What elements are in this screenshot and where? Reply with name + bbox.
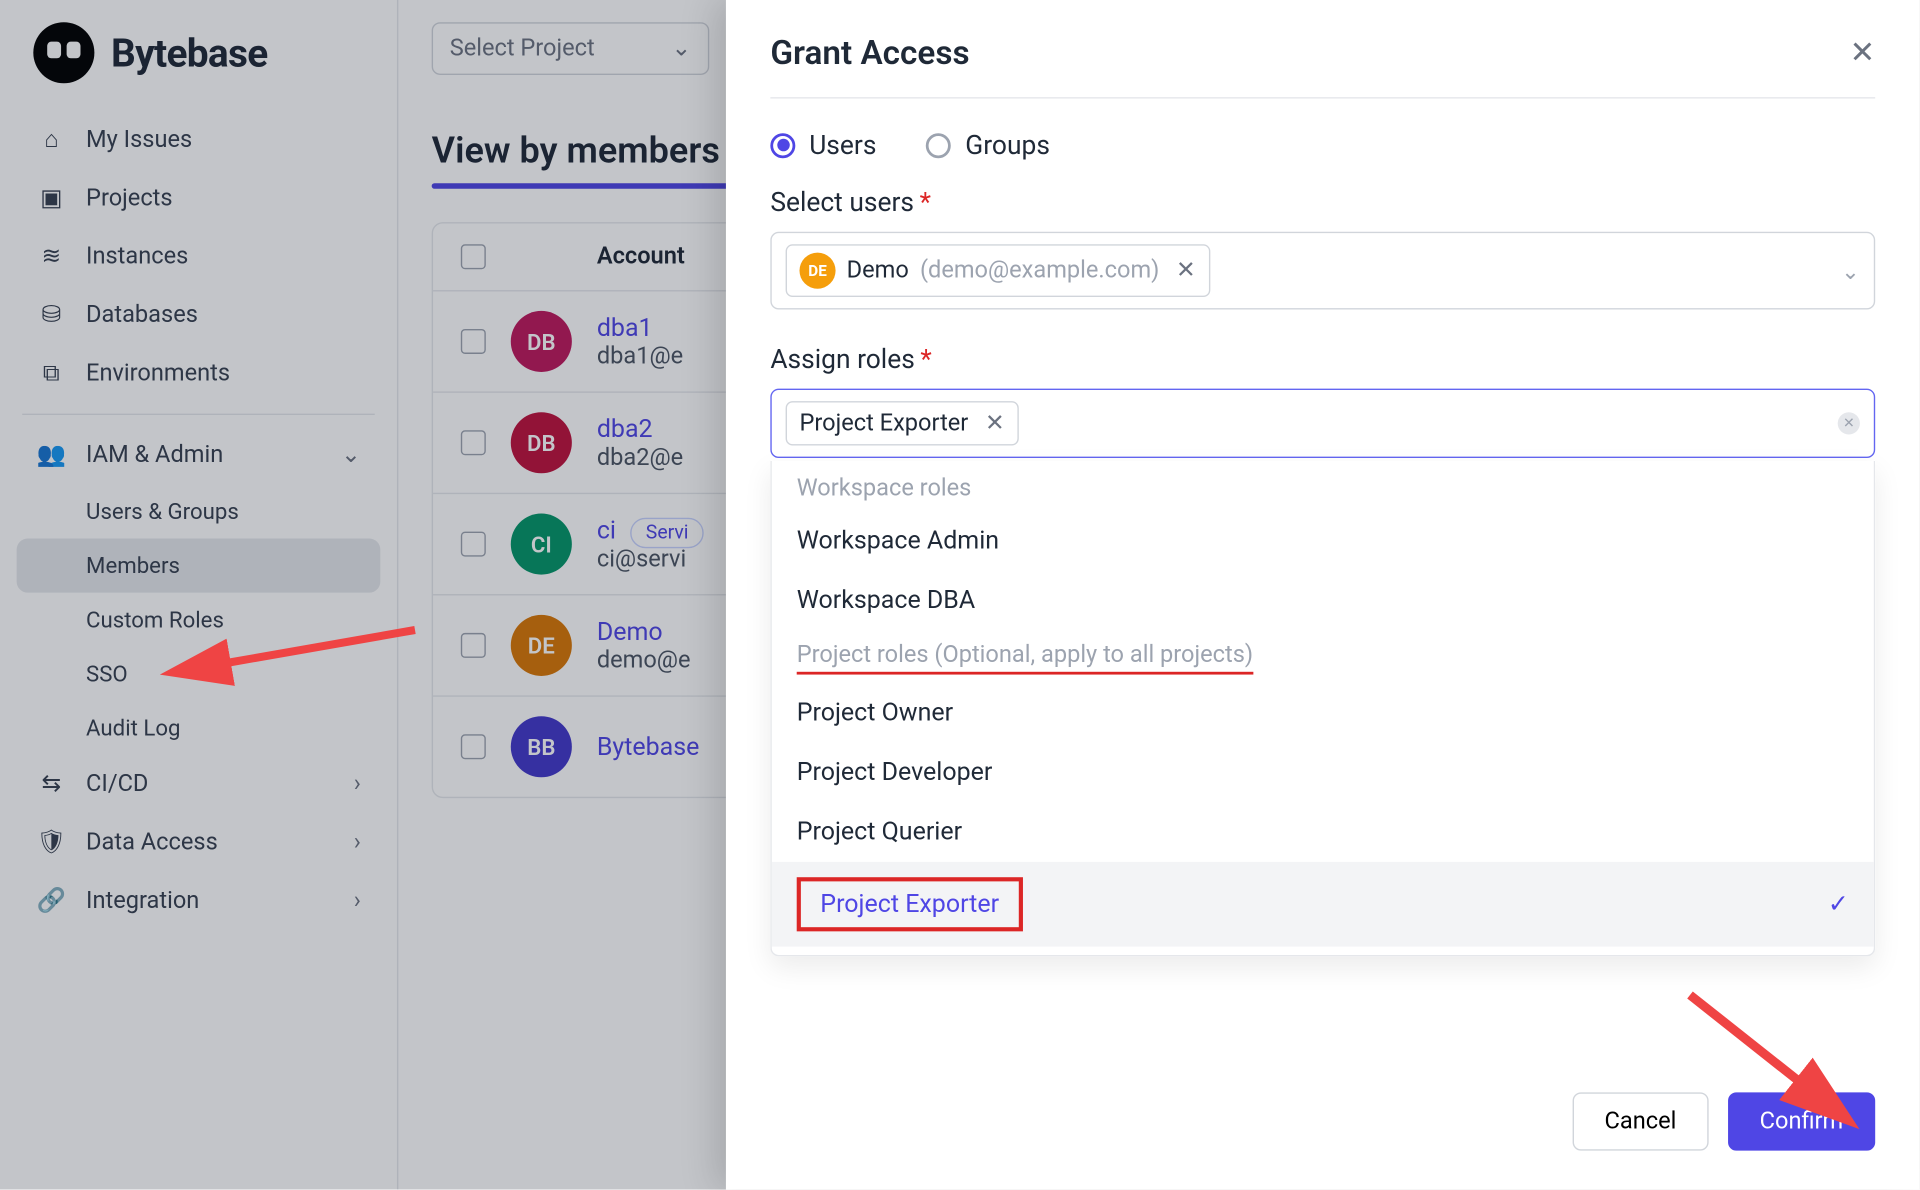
option-workspace-dba[interactable]: Workspace DBA	[772, 570, 1874, 630]
remove-chip-icon[interactable]: ✕	[1176, 257, 1196, 285]
select-users-input[interactable]: DE Demo (demo@example.com) ✕ ⌄	[770, 232, 1875, 310]
assign-roles-input[interactable]: Project Exporter ✕ ✕	[770, 389, 1875, 458]
radio-icon	[926, 133, 951, 158]
group-project-roles: Project roles (Optional, apply to all pr…	[772, 630, 1874, 683]
option-project-developer[interactable]: Project Developer	[772, 743, 1874, 803]
selected-role-chip: Project Exporter ✕	[786, 401, 1019, 445]
check-icon: ✓	[1828, 890, 1849, 919]
grant-access-panel: Grant Access ✕ Users Groups Select users…	[726, 0, 1920, 1190]
select-users-label: Select users*	[770, 186, 1875, 218]
chevron-down-icon: ⌄	[1841, 257, 1860, 283]
confirm-button[interactable]: Confirm	[1728, 1092, 1875, 1150]
radio-groups[interactable]: Groups	[926, 129, 1050, 161]
radio-icon	[770, 133, 795, 158]
roles-dropdown: Workspace roles Workspace Admin Workspac…	[770, 461, 1875, 957]
modal-title: Grant Access	[770, 33, 969, 72]
option-workspace-admin[interactable]: Workspace Admin	[772, 511, 1874, 571]
cancel-button[interactable]: Cancel	[1573, 1092, 1709, 1150]
option-project-owner[interactable]: Project Owner	[772, 683, 1874, 743]
avatar: DE	[799, 253, 835, 289]
option-project-querier[interactable]: Project Querier	[772, 802, 1874, 862]
radio-users[interactable]: Users	[770, 129, 876, 161]
remove-chip-icon[interactable]: ✕	[985, 409, 1005, 437]
selected-user-chip: DE Demo (demo@example.com) ✕	[786, 244, 1210, 297]
option-project-exporter[interactable]: Project Exporter✓	[772, 862, 1874, 947]
group-workspace-roles: Workspace roles	[772, 464, 1874, 511]
close-icon[interactable]: ✕	[1850, 35, 1876, 70]
assign-roles-label: Assign roles*	[770, 343, 1875, 375]
clear-icon[interactable]: ✕	[1838, 412, 1860, 434]
